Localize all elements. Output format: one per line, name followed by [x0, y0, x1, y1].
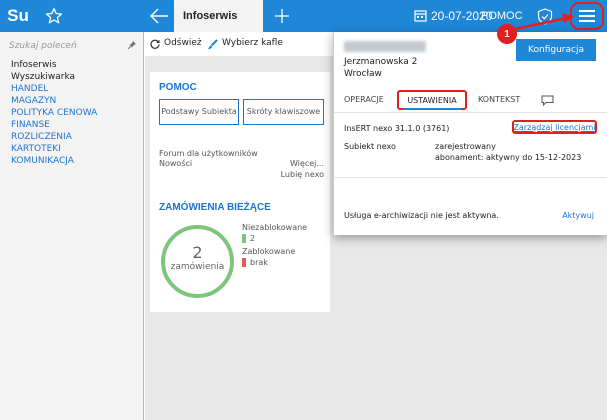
sidebar-item-infoserwis[interactable]: Infoserwis — [11, 59, 97, 71]
orders-count: 2 — [192, 243, 203, 262]
shield-icon[interactable] — [537, 8, 553, 25]
tabs-divider — [334, 112, 607, 113]
sidebar-item-komunikacja[interactable]: KOMUNIKACJA — [11, 155, 97, 167]
callout-badge: 1 — [497, 24, 517, 44]
sidebar-item-handel[interactable]: HANDEL — [11, 83, 97, 95]
unlocked-value[interactable]: 2 — [250, 234, 255, 243]
address-city: Wrocław — [344, 69, 382, 79]
sidebar-item-magazyn[interactable]: MAGAZYN — [11, 95, 97, 107]
news-link[interactable]: Nowości — [159, 159, 192, 168]
subiekt-basics-button[interactable]: Podstawy Subiekta — [159, 99, 239, 125]
brush-icon[interactable] — [207, 39, 218, 50]
tab-ustawienia[interactable]: USTAWIENIA — [397, 90, 467, 110]
subject-label: Subiekt nexo — [344, 142, 396, 151]
app-logo[interactable]: Su — [0, 0, 36, 32]
sidebar: Szukaj poleceń Infoserwis Wyszukiwarka H… — [0, 32, 144, 420]
keyboard-shortcuts-button[interactable]: Skróty klawiszowe — [243, 99, 324, 125]
menu-highlight-box — [570, 2, 604, 30]
refresh-icon[interactable] — [150, 39, 160, 49]
settings-popup: Jerzmanowska 2 Wrocław Konfiguracja OPER… — [333, 32, 607, 235]
configuration-button[interactable]: Konfiguracja — [516, 39, 596, 61]
sidebar-item-finanse[interactable]: FINANSE — [11, 119, 97, 131]
help-card-title: POMOC — [159, 82, 197, 93]
add-tab-icon[interactable] — [272, 6, 292, 26]
tab-kontekst[interactable]: KONTEKST — [478, 95, 520, 104]
chat-icon[interactable] — [541, 95, 554, 106]
blocked-label: Zablokowane — [242, 247, 296, 256]
section-divider — [334, 177, 607, 178]
toolbar: Odśwież Wybierz kafle — [145, 32, 335, 56]
like-nexo-link[interactable]: Lubię nexo — [281, 170, 324, 179]
back-arrow-icon[interactable] — [148, 6, 170, 26]
orders-count-label: zamówienia — [170, 262, 225, 272]
search-commands-input[interactable]: Szukaj poleceń — [9, 41, 109, 51]
activate-link[interactable]: Aktywuj — [562, 211, 594, 220]
more-link[interactable]: Więcej... — [290, 159, 324, 168]
blocked-value[interactable]: brak — [250, 258, 268, 267]
earchive-message: Usługa e-archiwizacji nie jest aktywna. — [344, 211, 499, 220]
subject-status: zarejestrowany — [435, 142, 496, 151]
subscription-info: abonament: aktywny do 15-12-2023 — [435, 153, 582, 162]
sidebar-menu: Infoserwis Wyszukiwarka HANDEL MAGAZYN P… — [11, 59, 97, 167]
orders-count-ring[interactable]: 2 zamówienia — [161, 225, 234, 298]
current-orders-card: ZAMÓWIENIA BIEŻĄCE 2 zamówienia Niezablo… — [150, 186, 330, 312]
sidebar-item-wyszukiwarka[interactable]: Wyszukiwarka — [11, 71, 97, 83]
orders-card-title: ZAMÓWIENIA BIEŻĄCE — [159, 202, 271, 213]
blocked-bar — [242, 258, 246, 267]
manage-licenses-link[interactable]: Zarządzaj licencjami — [512, 120, 597, 134]
unlocked-label: Niezablokowane — [242, 223, 308, 232]
sidebar-item-kartoteki[interactable]: KARTOTEKI — [11, 143, 97, 155]
unlocked-bar — [242, 234, 246, 243]
top-bar: Su Infoserwis 20-07-2020 POMOC — [0, 0, 607, 32]
sidebar-item-polityka-cenowa[interactable]: POLITYKA CENOWA — [11, 107, 97, 119]
choose-tiles-button[interactable]: Wybierz kafle — [222, 38, 283, 48]
tab-infoserwis[interactable]: Infoserwis — [174, 0, 263, 32]
company-name-blurred — [344, 41, 426, 52]
star-icon[interactable] — [44, 6, 64, 26]
refresh-button[interactable]: Odśwież — [164, 38, 202, 48]
calendar-icon[interactable] — [414, 9, 427, 22]
address-street: Jerzmanowska 2 — [344, 57, 418, 67]
pin-icon[interactable] — [127, 40, 137, 50]
version-info: InsERT nexo 31.1.0 (3761) — [344, 124, 450, 133]
forum-link[interactable]: Forum dla użytkowników — [159, 149, 258, 158]
tab-operacje[interactable]: OPERACJE — [344, 95, 384, 104]
sidebar-item-rozliczenia[interactable]: ROZLICZENIA — [11, 131, 97, 143]
